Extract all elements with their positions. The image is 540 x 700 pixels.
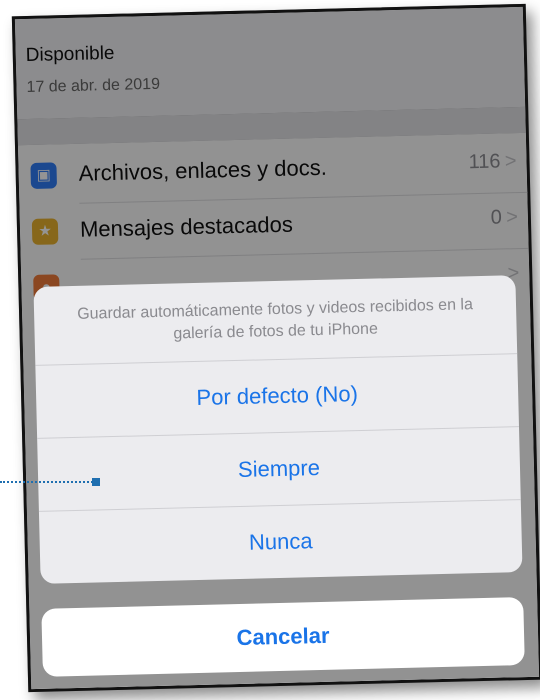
cancel-button[interactable]: Cancelar (41, 597, 525, 677)
option-never-button[interactable]: Nunca (39, 500, 523, 584)
action-sheet: Guardar automáticamente fotos y videos r… (33, 275, 523, 584)
annotation-pointer-line (0, 481, 96, 483)
action-sheet-message: Guardar automáticamente fotos y videos r… (33, 275, 518, 366)
option-always-button[interactable]: Siempre (37, 427, 521, 512)
phone-screenshot: Disponible 17 de abr. de 2019 ▣ Archivos… (11, 3, 540, 693)
option-default-button[interactable]: Por defecto (No) (35, 354, 520, 439)
annotation-pointer-dot (92, 478, 100, 486)
